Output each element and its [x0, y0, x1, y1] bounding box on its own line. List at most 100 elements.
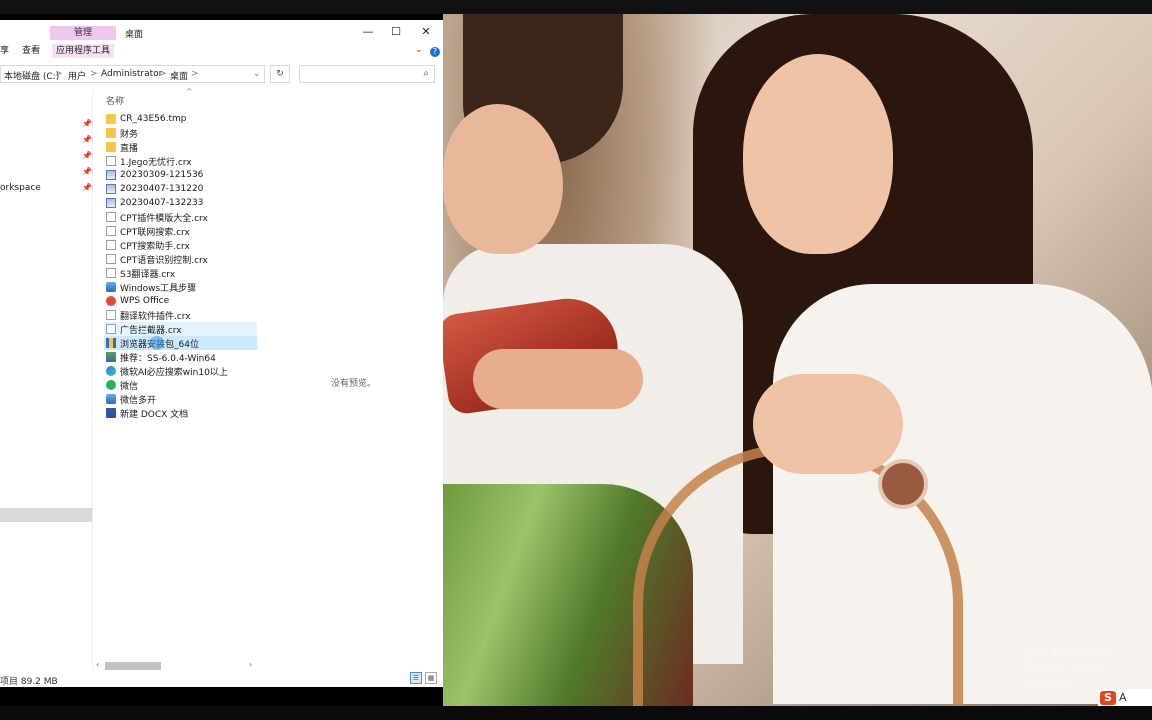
file-row[interactable]: 微软AI必应搜索win10以上 — [104, 364, 257, 378]
navigation-pane: 📌 📌 📌 📌 📌 orkspace — [0, 90, 92, 660]
file-name: 翻译软件插件.crx — [120, 311, 191, 322]
pane-divider[interactable] — [92, 90, 93, 670]
file-row[interactable]: 财务 — [104, 126, 257, 140]
file-row[interactable]: 广告拦截器.crx — [104, 322, 257, 336]
sort-ascending-icon: ^ — [186, 87, 193, 96]
pin-icon[interactable]: 📌 — [82, 151, 92, 160]
file-row[interactable]: 新建 DOCX 文档 — [104, 406, 257, 420]
file-row[interactable]: CPT联网搜索.crx — [104, 224, 257, 238]
file-name: CPT搜索助手.crx — [120, 241, 190, 252]
ribbon-expand-icon[interactable]: ⌄ — [415, 45, 423, 55]
address-dropdown-icon[interactable]: ⌄ — [253, 69, 261, 79]
breadcrumb-separator[interactable]: > — [55, 69, 63, 79]
screen-top-bar — [0, 0, 1152, 14]
file-name: CR_43E56.tmp — [120, 114, 187, 124]
word-icon — [106, 408, 116, 418]
file-row[interactable]: 翻译软件插件.crx — [104, 308, 257, 322]
file-name: CPT语音识别控制.crx — [120, 255, 208, 266]
file-row[interactable]: CPT搜索助手.crx — [104, 238, 257, 252]
file-row[interactable]: CPT插件模版大全.crx — [104, 210, 257, 224]
breadcrumb-local-disk[interactable]: 本地磁盘 (C:) — [4, 69, 59, 82]
file-row[interactable]: 推荐：SS-6.0.4-Win64 — [104, 350, 257, 364]
tab-share-partial[interactable]: 享 — [0, 44, 9, 58]
file-name: CPT插件模版大全.crx — [120, 213, 208, 224]
ribbon-context-label: 管理 — [50, 26, 116, 40]
file-name: 20230309-121536 — [120, 170, 204, 180]
pin-icon[interactable]: 📌 — [82, 135, 92, 144]
file-row[interactable]: 20230407-132233 — [104, 196, 257, 210]
edge-icon — [106, 366, 116, 376]
file-row[interactable]: 20230407-131220 — [104, 182, 257, 196]
file-row[interactable]: 浏览器安装包_64位 — [104, 336, 257, 350]
breadcrumb-separator[interactable]: > — [90, 69, 98, 79]
breadcrumb-administrator[interactable]: Administrator — [101, 69, 162, 79]
large-icons-view-button[interactable]: ▦ — [425, 672, 437, 684]
refresh-button[interactable]: ↻ — [270, 65, 290, 83]
wallpaper-watch — [878, 459, 928, 509]
tab-view[interactable]: 查看 — [22, 44, 40, 58]
sogou-ime-icon[interactable]: S — [1100, 690, 1116, 705]
file-row[interactable]: 20230309-121536 — [104, 168, 257, 182]
file-row[interactable]: 微信 — [104, 378, 257, 392]
minimize-button[interactable]: — — [361, 25, 375, 39]
desktop-wallpaper — [443, 14, 1152, 706]
file-name: 新建 DOCX 文档 — [120, 409, 189, 420]
file-row[interactable]: 直播 — [104, 140, 257, 154]
file-name: 20230407-132233 — [120, 198, 204, 208]
folder-icon — [106, 142, 116, 152]
nav-item-workspace[interactable]: orkspace — [0, 183, 41, 193]
doc-icon — [106, 254, 116, 264]
doc-icon — [106, 212, 116, 222]
scroll-right-icon[interactable]: › — [249, 660, 252, 669]
activation-watermark-subtitle: 转到"设置"以激活 Windows。 — [1022, 664, 1102, 690]
doc-icon — [106, 324, 116, 334]
file-row[interactable]: Windows工具步骤 — [104, 280, 257, 294]
file-name: 微信多开 — [120, 395, 157, 406]
pin-icon[interactable]: 📌 — [82, 167, 92, 176]
column-header-name[interactable]: 名称 — [106, 94, 124, 107]
ime-mode-label[interactable]: A — [1119, 691, 1127, 704]
file-row[interactable]: CR_43E56.tmp — [104, 112, 257, 126]
horizontal-scrollbar[interactable]: ‹ › — [93, 660, 258, 671]
pin-icon[interactable]: 📌 — [82, 119, 92, 128]
close-button[interactable]: ✕ — [419, 25, 433, 39]
file-name: 直播 — [120, 143, 139, 154]
file-row[interactable]: WPS Office — [104, 294, 257, 308]
status-bar: 项目 89.2 MB ☰ ▦ — [0, 672, 443, 687]
setup-icon — [106, 352, 116, 362]
tab-application-tools[interactable]: 应用程序工具 — [52, 44, 115, 58]
nav-item-selected[interactable] — [0, 508, 92, 522]
pin-icon[interactable]: 📌 — [82, 183, 92, 192]
title-bar[interactable]: 管理 桌面 — ☐ ✕ — [0, 20, 443, 44]
doc-icon — [106, 268, 116, 278]
file-row[interactable]: 1.Jego无忧行.crx — [104, 154, 257, 168]
file-row[interactable]: CPT语音识别控制.crx — [104, 252, 257, 266]
maximize-button[interactable]: ☐ — [389, 25, 403, 39]
address-bar[interactable]: 本地磁盘 (C:) > 用户 > Administrator > 桌面 > ⌄ — [0, 65, 265, 83]
folder-icon — [106, 114, 116, 124]
details-view-button[interactable]: ☰ — [410, 672, 422, 684]
doc-icon — [106, 240, 116, 250]
help-icon[interactable]: ? — [430, 47, 440, 57]
app-icon — [106, 394, 116, 404]
breadcrumb-separator[interactable]: > — [191, 69, 199, 79]
search-icon: ⌕ — [423, 68, 429, 79]
file-row[interactable]: S3翻译器.crx — [104, 266, 257, 280]
doc-icon — [106, 156, 116, 166]
breadcrumb-users[interactable]: 用户 — [68, 69, 86, 82]
breadcrumb-desktop[interactable]: 桌面 — [170, 69, 188, 82]
file-name: 财务 — [120, 129, 139, 140]
breadcrumb-separator[interactable]: > — [159, 69, 167, 79]
wallpaper-hand — [473, 349, 643, 409]
search-input[interactable]: ⌕ — [299, 65, 435, 83]
scroll-left-icon[interactable]: ‹ — [96, 660, 99, 669]
img-icon — [106, 198, 116, 208]
img-icon — [106, 170, 116, 180]
file-name: 1.Jego无忧行.crx — [120, 157, 192, 168]
file-explorer-window: 管理 桌面 — ☐ ✕ 享 查看 应用程序工具 ⌄ ? 本地磁盘 (C:) > … — [0, 20, 443, 687]
scrollbar-thumb[interactable] — [105, 662, 161, 670]
input-method-toolbar[interactable]: S A — [1098, 689, 1152, 706]
file-name: 推荐：SS-6.0.4-Win64 — [120, 353, 216, 364]
wallpaper-hands — [753, 374, 903, 474]
file-row[interactable]: 微信多开 — [104, 392, 257, 406]
